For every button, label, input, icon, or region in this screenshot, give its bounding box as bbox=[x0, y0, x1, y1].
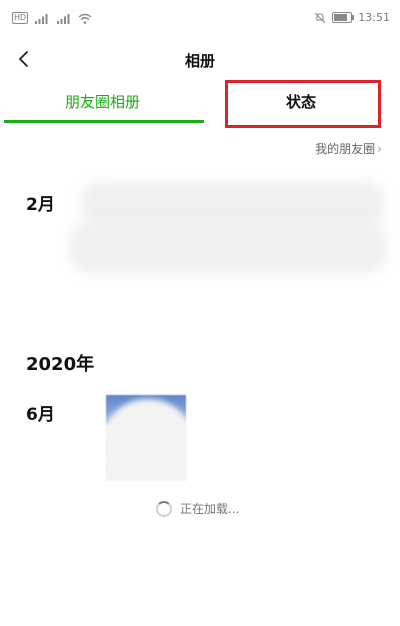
mute-bell-icon bbox=[314, 12, 326, 23]
status-left: HD bbox=[12, 12, 92, 24]
spinner-icon bbox=[156, 500, 172, 517]
signal-icon bbox=[35, 13, 48, 24]
loading-indicator: 正在加载... bbox=[156, 500, 239, 517]
wifi-icon bbox=[78, 13, 92, 24]
hd-badge: HD bbox=[12, 12, 29, 24]
my-moments-label: 我的朋友圈 bbox=[315, 142, 376, 156]
status-time: 13:51 bbox=[358, 11, 390, 24]
page-title: 相册 bbox=[184, 52, 215, 70]
nav-bar: 相册 bbox=[0, 36, 400, 82]
photo-blur-overlay bbox=[106, 399, 186, 481]
annotation-highlight-box bbox=[225, 80, 381, 128]
year-label: 2020年 bbox=[26, 354, 95, 375]
tab-moments-album[interactable]: 朋友圈相册 bbox=[0, 82, 205, 122]
chevron-right-icon: › bbox=[377, 142, 382, 156]
month-label: 2月 bbox=[26, 195, 55, 215]
tab-bar: 朋友圈相册 状态 bbox=[0, 80, 400, 128]
signal-icon-2 bbox=[57, 13, 70, 24]
battery-icon bbox=[332, 12, 355, 23]
blurred-content-2 bbox=[70, 222, 386, 272]
album-photo-thumbnail[interactable] bbox=[106, 395, 186, 481]
loading-label: 正在加载... bbox=[180, 502, 240, 516]
status-right: 13:51 bbox=[314, 11, 390, 24]
tab-selected-underline bbox=[4, 120, 204, 123]
month-label-2: 6月 bbox=[26, 405, 55, 425]
status-bar: HD 13:51 bbox=[0, 0, 400, 36]
my-moments-link[interactable]: 我的朋友圈 › bbox=[315, 140, 382, 157]
